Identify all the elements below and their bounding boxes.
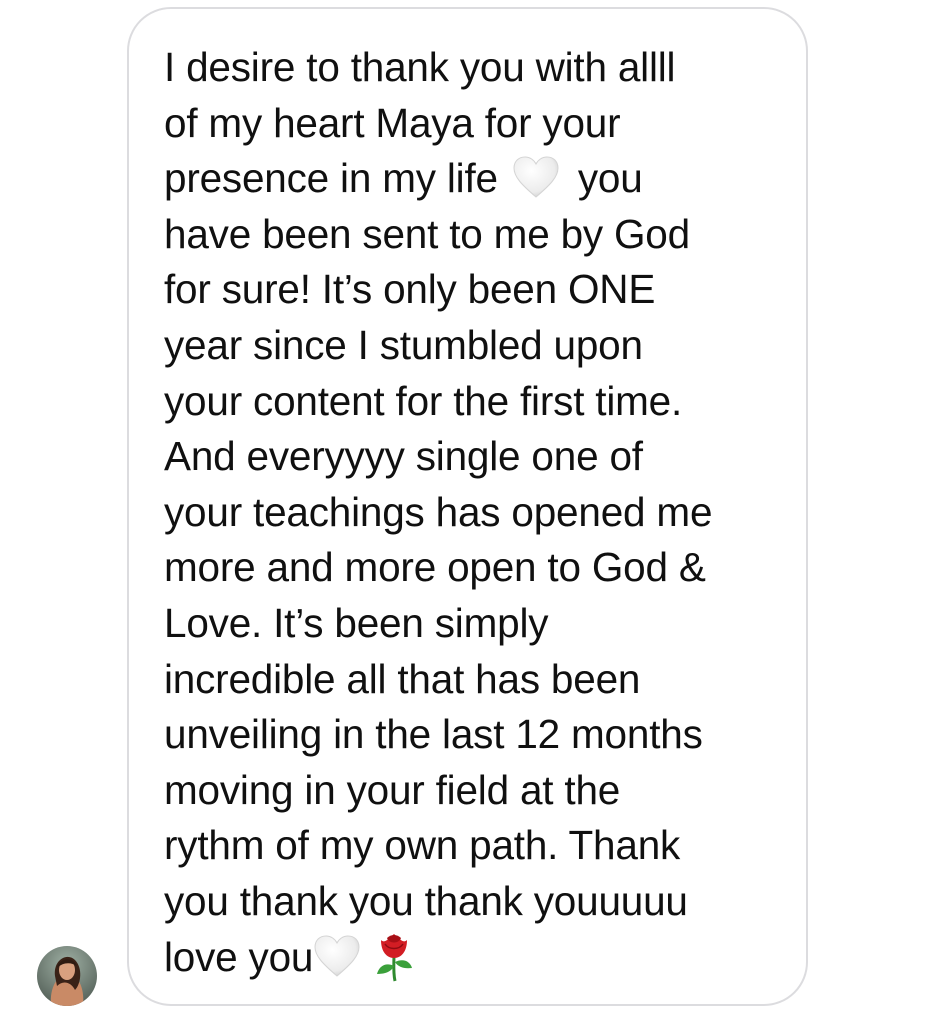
message-line: unveiling in the last 12 months (164, 711, 703, 758)
message-line: moving in your field at the (164, 766, 621, 813)
message-line: your content for the first time. (164, 377, 683, 424)
message-line: incredible all that has been (164, 655, 641, 702)
message-line: rythm of my own path. Thank (164, 822, 681, 869)
message-line: have been sent to me by God (164, 210, 690, 257)
message-line-segment: presence in my life (164, 155, 498, 202)
message-line: year since I stumbled upon (164, 321, 643, 368)
sender-avatar[interactable] (37, 946, 97, 1006)
message-line: love you (164, 930, 786, 986)
message-line-segment: you (577, 155, 643, 202)
white-heart-icon (313, 934, 361, 978)
message-line: you thank you thank youuuuu (164, 877, 688, 924)
message-line-segment: love you (164, 933, 314, 980)
dm-thread: I desire to thank you with allll of my h… (0, 0, 926, 1024)
white-heart-icon (512, 155, 560, 199)
red-rose-icon (373, 930, 415, 982)
message-text: I desire to thank you with allll of my h… (164, 40, 786, 985)
message-line: more and more open to God & (164, 544, 706, 591)
message-line: of my heart Maya for your (164, 99, 621, 146)
message-line: I desire to thank you with allll (164, 44, 676, 90)
message-line: Love. It’s been simply (164, 599, 549, 646)
message-line: And everyyyy single one of (164, 433, 643, 480)
message-bubble[interactable]: I desire to thank you with allll of my h… (127, 7, 808, 1006)
message-line: presence in my life you (164, 151, 786, 207)
message-line: for sure! It’s only been ONE (164, 266, 656, 313)
avatar-photo (37, 946, 97, 1006)
message-line: your teachings has opened me (164, 488, 713, 535)
